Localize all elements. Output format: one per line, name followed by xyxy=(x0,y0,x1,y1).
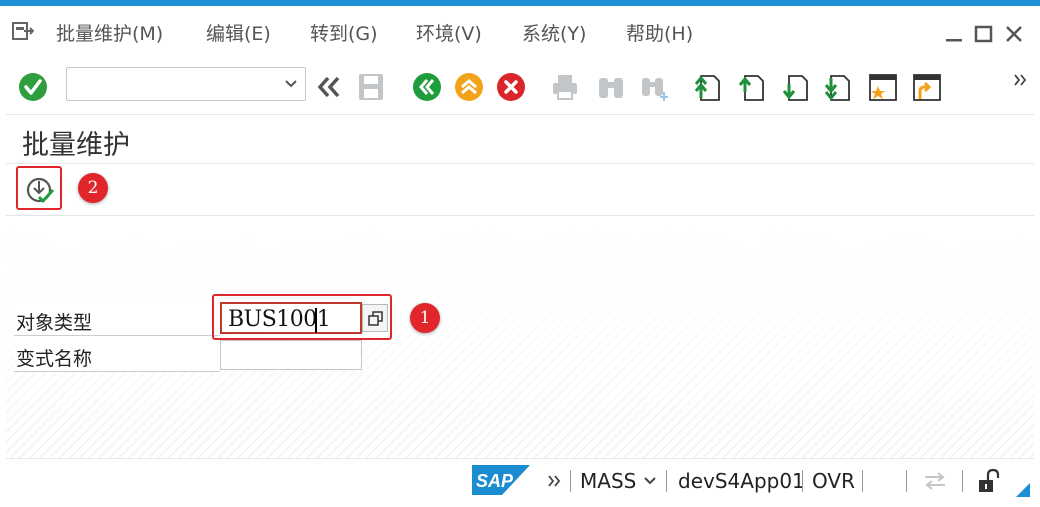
menu-item-goto[interactable]: 转到(G) xyxy=(310,19,378,46)
last-page-icon[interactable] xyxy=(822,72,852,102)
page-title: 批量维护 xyxy=(22,130,130,161)
object-type-row: 对象类型 xyxy=(14,300,220,336)
create-session-icon[interactable] xyxy=(868,72,898,102)
application-toolbar: 2 xyxy=(6,164,1034,216)
variant-input[interactable] xyxy=(220,340,362,370)
title-bar: 批量维护 xyxy=(6,114,1034,164)
menu-item-system[interactable]: 系统(Y) xyxy=(522,19,586,46)
object-type-input[interactable]: BUS1001 xyxy=(220,302,362,334)
collapse-toolbar-icon[interactable] xyxy=(314,72,344,102)
generate-shortcut-icon[interactable] xyxy=(912,72,942,102)
status-expand-icon[interactable] xyxy=(546,473,562,489)
menu-item-edit[interactable]: 编辑(E) xyxy=(206,19,271,46)
standard-toolbar xyxy=(6,58,1034,114)
menu-exit-icon[interactable] xyxy=(12,22,34,40)
minimize-icon[interactable] xyxy=(944,24,964,44)
menu-item-environment[interactable]: 环境(V) xyxy=(416,19,482,46)
annotation-badge-2: 2 xyxy=(78,173,108,203)
annotation-badge-1: 1 xyxy=(410,303,440,333)
exit-icon[interactable] xyxy=(454,72,484,102)
resize-handle[interactable] xyxy=(1016,483,1030,497)
menu-item-help[interactable]: 帮助(H) xyxy=(626,19,693,46)
object-type-label: 对象类型 xyxy=(16,312,93,334)
print-icon xyxy=(553,75,577,100)
menu-bar: 批量维护(M) 编辑(E) 转到(G) 环境(V) 系统(Y) 帮助(H) xyxy=(0,6,1040,50)
unlock-icon[interactable] xyxy=(976,468,1000,494)
enter-check-icon[interactable] xyxy=(18,72,48,102)
server-name: devS4App01 xyxy=(678,469,805,493)
more-icon[interactable] xyxy=(1012,72,1028,88)
find-icon xyxy=(599,78,623,98)
back-icon[interactable] xyxy=(412,72,442,102)
status-bar: SAP MASS devS4App01 OVR xyxy=(6,458,1034,501)
transfer-icon xyxy=(925,472,945,490)
menu-item-mass-maintenance[interactable]: 批量维护(M) xyxy=(56,19,163,46)
selection-screen: 对象类型 变式名称 BUS1001 1 xyxy=(6,216,1034,458)
svg-text:SAP: SAP xyxy=(476,471,514,491)
value-help-button[interactable] xyxy=(362,304,388,332)
variant-row: 变式名称 xyxy=(14,336,220,372)
find-next-icon xyxy=(642,78,668,101)
variant-label: 变式名称 xyxy=(16,348,93,370)
first-page-icon[interactable] xyxy=(692,72,722,102)
input-mode[interactable]: OVR xyxy=(812,469,855,493)
previous-page-icon[interactable] xyxy=(736,72,766,102)
next-page-icon[interactable] xyxy=(780,72,810,102)
execute-icon xyxy=(26,177,55,204)
transaction-dropdown-icon[interactable] xyxy=(644,476,656,486)
value-help-icon xyxy=(368,311,383,326)
sap-logo: SAP xyxy=(472,465,530,495)
command-field[interactable] xyxy=(66,67,306,101)
execute-button[interactable] xyxy=(16,166,62,210)
save-icon xyxy=(359,74,383,100)
maximize-icon[interactable] xyxy=(974,24,994,44)
command-field-dropdown-icon[interactable] xyxy=(285,77,297,89)
transaction-code: MASS xyxy=(580,469,637,493)
close-icon[interactable] xyxy=(1004,24,1024,44)
cancel-icon[interactable] xyxy=(496,72,526,102)
